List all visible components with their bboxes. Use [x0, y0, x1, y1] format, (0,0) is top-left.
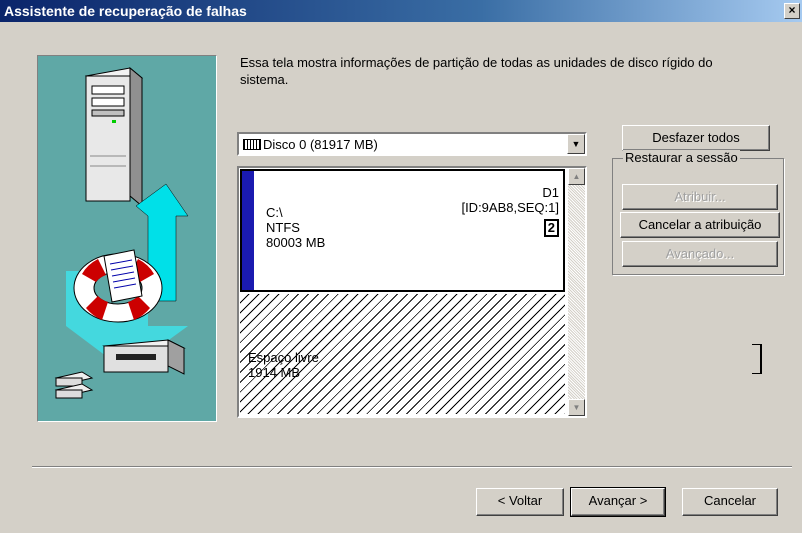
scroll-down-icon[interactable]: ▼	[568, 399, 585, 416]
cancel-assign-label: Cancelar a atribuição	[638, 217, 762, 232]
partition-free-space[interactable]: Espaço livre 1914 MB	[240, 294, 565, 414]
partition-c[interactable]: C:\ NTFS 80003 MB D1 [ID:9AB8,SEQ:1] 2	[240, 169, 565, 292]
vertical-scrollbar[interactable]: ▲ ▼	[568, 168, 585, 416]
restore-session-legend: Restaurar a sessão	[623, 150, 740, 165]
cancel-button[interactable]: Cancelar	[682, 488, 778, 516]
cancel-label: Cancelar	[703, 493, 757, 508]
next-label: Avançar >	[588, 493, 648, 508]
disk-select[interactable]: Disco 0 (81917 MB) ▼	[237, 132, 587, 156]
partition-id-detail: [ID:9AB8,SEQ:1]	[461, 200, 559, 215]
assign-button[interactable]: Atribuir...	[622, 184, 778, 210]
partition-list[interactable]: C:\ NTFS 80003 MB D1 [ID:9AB8,SEQ:1] 2 E…	[237, 166, 587, 418]
window-title: Assistente de recuperação de falhas	[4, 3, 247, 19]
separator	[32, 466, 792, 468]
bracket-mark	[752, 344, 762, 374]
partition-drive: C:\	[266, 205, 283, 220]
scroll-up-icon[interactable]: ▲	[568, 168, 585, 185]
partition-id-label: D1	[542, 185, 559, 200]
free-space-size: 1914 MB	[248, 365, 301, 380]
partition-index-badge: 2	[543, 219, 559, 237]
undo-all-label: Desfazer todos	[652, 130, 740, 145]
back-label: < Voltar	[497, 493, 543, 508]
chevron-down-icon[interactable]: ▼	[567, 134, 585, 154]
advanced-button[interactable]: Avançado...	[622, 241, 778, 267]
advanced-label: Avançado...	[665, 246, 735, 261]
close-icon[interactable]: ×	[784, 3, 800, 19]
partition-id-info: D1 [ID:9AB8,SEQ:1] 2	[461, 185, 559, 237]
partition-color-bar	[242, 171, 254, 290]
cancel-assign-button[interactable]: Cancelar a atribuição	[620, 212, 780, 238]
partition-info: C:\ NTFS 80003 MB	[266, 205, 325, 250]
assign-label: Atribuir...	[674, 189, 726, 204]
partition-fs: NTFS	[266, 220, 300, 235]
back-button[interactable]: < Voltar	[476, 488, 564, 516]
wizard-illustration	[37, 55, 217, 422]
description-text: Essa tela mostra informações de partição…	[240, 55, 713, 87]
disk-select-value-wrap: Disco 0 (81917 MB)	[243, 137, 378, 152]
title-bar: Assistente de recuperação de falhas ×	[0, 0, 802, 22]
hard-disk-icon	[243, 139, 261, 150]
free-space-info: Espaço livre 1914 MB	[248, 350, 319, 380]
disk-select-value: Disco 0 (81917 MB)	[263, 137, 378, 152]
next-button[interactable]: Avançar >	[570, 487, 666, 517]
recovery-illustration-icon	[54, 66, 189, 399]
free-space-label: Espaço livre	[248, 350, 319, 365]
undo-all-button[interactable]: Desfazer todos	[622, 125, 770, 151]
partition-size: 80003 MB	[266, 235, 326, 250]
